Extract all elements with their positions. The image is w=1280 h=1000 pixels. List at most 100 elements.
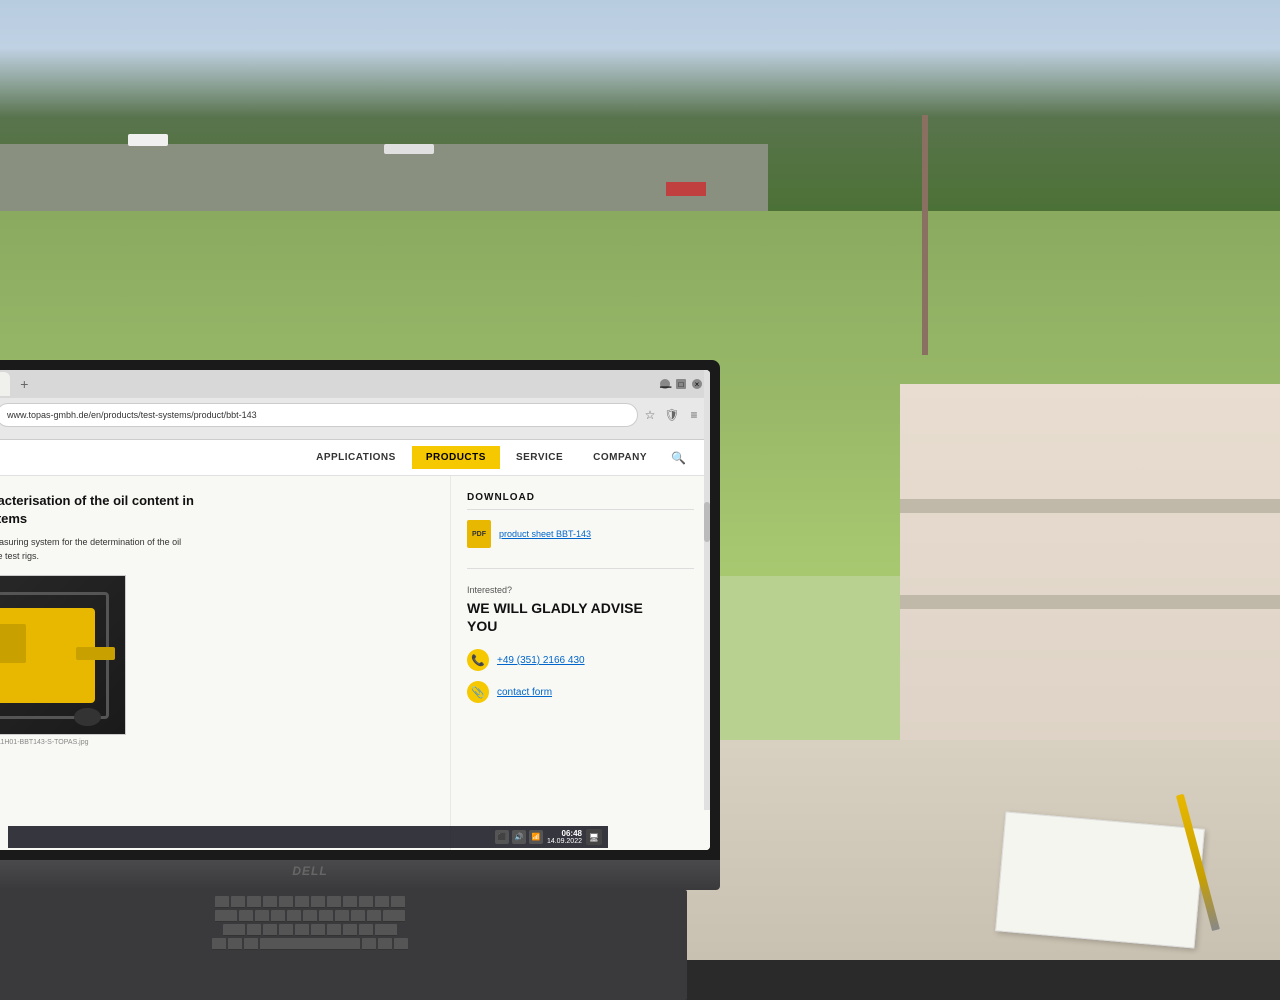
key[interactable]	[375, 896, 389, 908]
key[interactable]	[215, 896, 229, 908]
browser-tab-active[interactable]: 🌐 BBT 143 - ×	[0, 372, 10, 396]
window-minimize[interactable]: ─	[660, 379, 670, 389]
shield-icon[interactable]: 🛡	[664, 407, 680, 423]
laptop-screen: 🌐 BBT 143 - × + ─ □ × ← → ↻	[0, 370, 710, 850]
divider	[467, 568, 694, 569]
key[interactable]	[327, 924, 341, 936]
power-pole	[922, 115, 928, 355]
window-restore[interactable]: □	[676, 379, 686, 389]
nav-applications[interactable]: APPLICATIONS	[302, 446, 410, 469]
nav-search-icon[interactable]: 🔍	[663, 447, 694, 469]
key[interactable]	[311, 896, 325, 908]
address-bar[interactable]: www.topas-gmbh.de/en/products/test-syste…	[0, 403, 638, 427]
key[interactable]	[391, 896, 405, 908]
key[interactable]	[223, 924, 245, 936]
key[interactable]	[367, 910, 381, 922]
main-content-area: for the characterisation of the oil cont…	[0, 476, 710, 850]
machine-tube	[76, 647, 116, 660]
nav-products[interactable]: PRODUCTS	[412, 446, 500, 469]
key[interactable]	[375, 924, 397, 936]
browser-tab-bar: 🌐 BBT 143 - × + ─ □ ×	[0, 370, 710, 398]
taskbar-icon-1[interactable]: ⬛	[495, 830, 509, 844]
new-tab-button[interactable]: +	[14, 374, 34, 394]
taskbar-date: 14.09.2022	[547, 838, 582, 845]
taskbar-icon-3[interactable]: 📶	[529, 830, 543, 844]
taskbar: ⬛ 🔊 📶 06:48 14.09.2022 🖥	[8, 826, 608, 848]
phone-number[interactable]: +49 (351) 2166 430	[497, 655, 585, 666]
key[interactable]	[247, 924, 261, 936]
phone-contact-item: 📞 +49 (351) 2166 430	[467, 649, 694, 671]
key[interactable]	[335, 910, 349, 922]
key[interactable]	[228, 938, 242, 950]
taskbar-notification[interactable]: 🖥	[586, 829, 602, 845]
download-section: DOWNLOAD PDF product sheet BBT-143	[467, 492, 694, 548]
url-text: www.topas-gmbh.de/en/products/test-syste…	[7, 410, 257, 420]
nav-company[interactable]: COMPANY	[579, 446, 661, 469]
taskbar-icon-2[interactable]: 🔊	[512, 830, 526, 844]
taskbar-time: 06:48	[547, 829, 582, 838]
key[interactable]	[343, 896, 357, 908]
contact-headline: WE WILL GLADLY ADVISE YOU	[467, 599, 694, 635]
key[interactable]	[295, 924, 309, 936]
contact-form-link[interactable]: contact form	[497, 687, 552, 698]
menu-icon[interactable]: ≡	[686, 407, 702, 423]
key[interactable]	[279, 924, 293, 936]
key[interactable]	[255, 910, 269, 922]
window-close[interactable]: ×	[692, 379, 702, 389]
contact-section: Interested? WE WILL GLADLY ADVISE YOU 📞 …	[467, 585, 694, 703]
truck1	[128, 134, 168, 146]
key[interactable]	[212, 938, 226, 950]
interested-label: Interested?	[467, 585, 694, 595]
image-caption: .../P0811_BBT143/P0811H01-BBT143-S-TOPAS…	[0, 739, 434, 746]
key[interactable]	[244, 938, 258, 950]
download-item[interactable]: PDF product sheet BBT-143	[467, 520, 694, 548]
keyboard-row-1	[0, 896, 681, 908]
bookmark-icon[interactable]: ☆	[642, 407, 658, 423]
window-frame-1	[900, 499, 1280, 513]
notepad	[995, 812, 1205, 949]
window-frame-2	[900, 595, 1280, 609]
key[interactable]	[359, 896, 373, 908]
key[interactable]	[287, 910, 301, 922]
key[interactable]	[279, 896, 293, 908]
contact-form-icon: 📎	[467, 681, 489, 703]
key[interactable]	[394, 938, 408, 950]
left-content-panel: for the characterisation of the oil cont…	[0, 476, 450, 850]
key[interactable]	[362, 938, 376, 950]
key[interactable]	[271, 910, 285, 922]
download-link[interactable]: product sheet BBT-143	[499, 529, 591, 539]
scrollbar-thumb[interactable]	[704, 502, 710, 542]
taskbar-clock: 06:48 14.09.2022	[547, 829, 582, 845]
key[interactable]	[359, 924, 373, 936]
keyboard-row-4	[0, 938, 681, 950]
key[interactable]	[303, 910, 317, 922]
product-machine-image	[0, 576, 125, 734]
key[interactable]	[327, 896, 341, 908]
contact-form-item: 📎 contact form	[467, 681, 694, 703]
key[interactable]	[311, 924, 325, 936]
key[interactable]	[378, 938, 392, 950]
dell-logo: DELL	[0, 860, 720, 882]
nav-service[interactable]: SERVICE	[502, 446, 577, 469]
browser-chrome: 🌐 BBT 143 - × + ─ □ × ← → ↻	[0, 370, 710, 440]
download-section-title: DOWNLOAD	[467, 492, 694, 510]
scrollbar-track[interactable]	[704, 440, 710, 810]
key[interactable]	[351, 910, 365, 922]
key[interactable]	[215, 910, 237, 922]
product-image-container	[0, 575, 126, 735]
laptop-keyboard	[0, 890, 687, 1000]
key[interactable]	[263, 924, 277, 936]
key[interactable]	[295, 896, 309, 908]
key[interactable]	[231, 896, 245, 908]
key[interactable]	[319, 910, 333, 922]
key[interactable]	[239, 910, 253, 922]
laptop: 🌐 BBT 143 - × + ─ □ × ← → ↻	[0, 360, 720, 1000]
key[interactable]	[247, 896, 261, 908]
key[interactable]	[383, 910, 405, 922]
keyboard-row-3	[0, 924, 681, 936]
key[interactable]	[343, 924, 357, 936]
key[interactable]	[263, 896, 277, 908]
taskbar-system-icons: ⬛ 🔊 📶	[495, 830, 543, 844]
right-content-panel: DOWNLOAD PDF product sheet BBT-143 Inter…	[450, 476, 710, 850]
spacebar[interactable]	[260, 938, 360, 950]
